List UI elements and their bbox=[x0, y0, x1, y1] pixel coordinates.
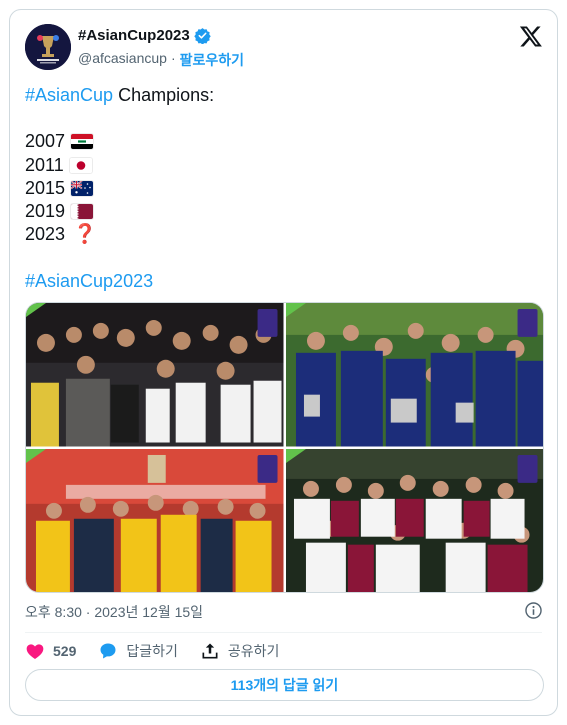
handle[interactable]: @afcasiancup bbox=[78, 50, 167, 70]
verified-badge-icon bbox=[194, 28, 211, 44]
iraq-flag-icon bbox=[71, 134, 94, 150]
photo-australia-2015[interactable] bbox=[26, 448, 284, 592]
champion-line: 2007 bbox=[25, 130, 545, 153]
hashtag-asiancup2023[interactable]: #AsianCup2023 bbox=[25, 271, 153, 291]
tweet-line-1: #AsianCup Champions: bbox=[25, 84, 545, 107]
share-label: 공유하기 bbox=[227, 643, 280, 659]
champion-year: 2007 bbox=[25, 131, 66, 152]
hashtag-asiancup[interactable]: #AsianCup bbox=[25, 85, 113, 105]
tweet-line-1-rest: Champions: bbox=[113, 85, 215, 105]
name-row: #AsianCup2023 bbox=[78, 27, 211, 44]
avatar[interactable] bbox=[25, 24, 71, 70]
x-logo-icon[interactable] bbox=[519, 24, 543, 48]
like-count: 529 bbox=[53, 643, 77, 659]
asian-cup-logo-icon bbox=[25, 24, 71, 70]
heart-icon bbox=[26, 644, 44, 659]
champion-year: 2015 bbox=[25, 177, 66, 198]
champion-line: 2023 ❓ bbox=[25, 223, 545, 246]
info-icon[interactable] bbox=[524, 601, 543, 620]
reply-bubble-icon bbox=[100, 643, 116, 659]
reply-label: 답글하기 bbox=[126, 643, 178, 659]
divider bbox=[25, 632, 542, 633]
question-mark-icon: ❓ bbox=[73, 224, 97, 246]
champion-year: 2019 bbox=[25, 201, 66, 222]
follow-button[interactable]: 팔로우하기 bbox=[180, 50, 244, 70]
reply-button[interactable]: 답글하기 bbox=[98, 641, 178, 661]
tweet-card: #AsianCup2023 @afcasiancup · 팔로우하기 #Asia… bbox=[9, 9, 558, 716]
media-grid bbox=[25, 302, 544, 593]
photo-qatar-2019[interactable] bbox=[285, 448, 543, 592]
handle-row: @afcasiancup · 팔로우하기 bbox=[78, 50, 244, 70]
action-bar: 529 답글하기 공유하기 bbox=[25, 640, 301, 662]
like-button[interactable]: 529 bbox=[25, 641, 76, 661]
champion-year: 2011 bbox=[25, 154, 64, 175]
tweet-timestamp[interactable]: 오후 8:30 · 2023년 12월 15일 bbox=[25, 602, 203, 622]
champion-year: 2023 bbox=[25, 224, 66, 245]
photo-japan-2011[interactable] bbox=[285, 303, 543, 447]
separator: · bbox=[170, 50, 176, 66]
photo-iraq-2007[interactable] bbox=[26, 303, 284, 447]
share-button[interactable]: 공유하기 bbox=[200, 641, 280, 661]
display-name[interactable]: #AsianCup2023 bbox=[78, 27, 190, 44]
champion-line: 2011 bbox=[25, 154, 545, 177]
champion-line: 2019 bbox=[25, 200, 545, 223]
champion-line: 2015 bbox=[25, 177, 545, 200]
share-icon bbox=[202, 643, 218, 659]
qatar-flag-icon bbox=[71, 204, 94, 220]
tweet-text: #AsianCup Champions: 2007 2011 2015 2019… bbox=[25, 84, 545, 293]
australia-flag-icon bbox=[71, 181, 94, 197]
japan-flag-icon bbox=[69, 157, 92, 173]
read-replies-button[interactable]: 113개의 답글 읽기 bbox=[25, 669, 544, 701]
